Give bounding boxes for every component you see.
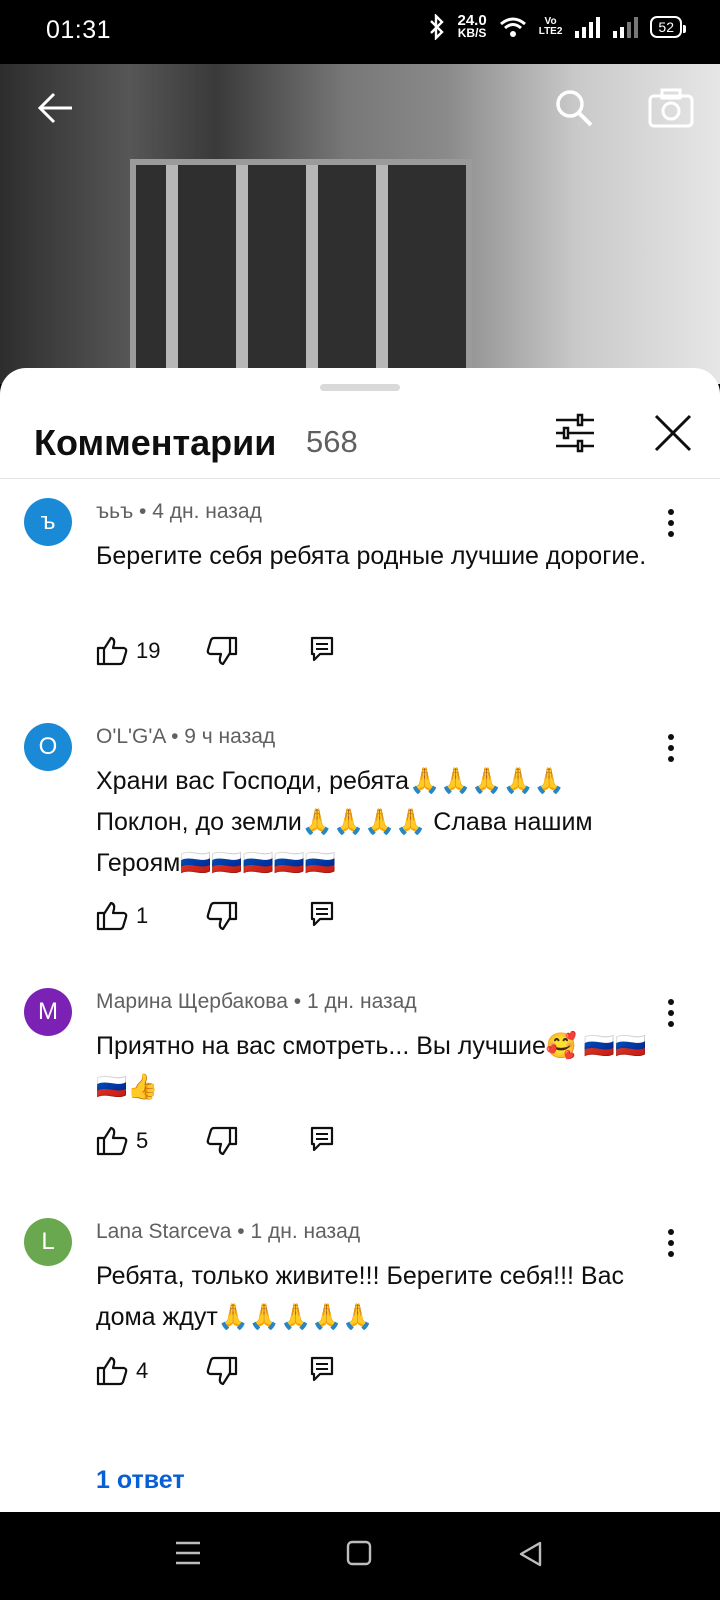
thumb-up-icon (96, 1126, 128, 1156)
like-button[interactable] (96, 1126, 128, 1161)
comment-text: Приятно на вас смотреть... Вы лучшие🥰 🇷🇺… (96, 1032, 647, 1101)
dislike-button[interactable] (206, 1356, 238, 1391)
comment-text: Ребята, только живите!!! Берегите себя!!… (96, 1262, 624, 1331)
system-nav-bar (0, 1512, 720, 1600)
bluetooth-icon (429, 14, 444, 40)
like-button[interactable] (96, 636, 128, 671)
video-player[interactable] (0, 64, 720, 384)
wifi-icon (499, 17, 526, 37)
recents-button[interactable] (174, 1540, 202, 1571)
comment-reply-icon (310, 636, 334, 662)
reply-button[interactable] (310, 1126, 334, 1159)
system-back-button[interactable] (518, 1540, 544, 1573)
replies-link[interactable]: 1 ответ (96, 1466, 185, 1495)
comment-text: Берегите себя ребята родные лучшие дорог… (96, 542, 647, 570)
comment-meta: ъьъ • 4 дн. назад (96, 500, 262, 523)
like-button[interactable] (96, 1356, 128, 1391)
like-count: 19 (136, 638, 161, 663)
video-frame-window (130, 159, 472, 384)
comment-author[interactable]: Марина Щербакова (96, 990, 288, 1013)
camera-button[interactable] (648, 88, 694, 133)
comment-more-button[interactable] (656, 1228, 686, 1258)
search-button[interactable] (554, 88, 594, 133)
reply-button[interactable] (310, 1356, 334, 1389)
thumb-down-icon (206, 1356, 238, 1386)
dislike-button[interactable] (206, 901, 238, 936)
volte-indicator: Vo LTE2 (538, 16, 563, 37)
like-button[interactable] (96, 901, 128, 936)
battery-indicator: 52 (650, 16, 686, 38)
home-square-icon (346, 1540, 372, 1566)
sort-filter-button[interactable] (554, 412, 596, 454)
dislike-button[interactable] (206, 1126, 238, 1161)
thumb-up-icon (96, 901, 128, 931)
signal-icon-2 (613, 17, 639, 38)
comment-time: 9 ч назад (184, 725, 276, 748)
reply-button[interactable] (310, 901, 334, 934)
drag-handle[interactable] (320, 384, 400, 391)
status-time: 01:31 (46, 16, 112, 44)
comment-reply-icon (310, 1126, 334, 1152)
reply-button[interactable] (310, 636, 334, 669)
comment-meta: O'L'G'A • 9 ч назад (96, 725, 276, 748)
sliders-icon (556, 413, 594, 453)
thumb-up-icon (96, 636, 128, 666)
arrow-back-icon (37, 92, 72, 124)
comment-reply-icon (310, 901, 334, 927)
comments-title: Комментарии (34, 422, 277, 463)
close-button[interactable] (650, 410, 696, 456)
status-bar: 01:31 24.0 KB/S Vo LTE2 52 (0, 0, 720, 64)
comment-more-button[interactable] (656, 998, 686, 1028)
avatar[interactable]: O (24, 723, 72, 771)
like-count: 1 (136, 903, 149, 928)
comment-reply-icon (310, 1356, 334, 1382)
comment-author[interactable]: O'L'G'A (96, 725, 165, 748)
menu-icon (176, 1541, 200, 1565)
comment-author[interactable]: ъьъ (96, 500, 133, 523)
thumb-up-icon (96, 1356, 128, 1386)
comment-meta: Lana Starceva • 1 дн. назад (96, 1220, 361, 1243)
home-button[interactable] (346, 1540, 372, 1571)
avatar[interactable]: ъ (24, 498, 72, 546)
comments-count: 568 (306, 424, 358, 459)
more-vert-icon (668, 509, 674, 537)
back-button[interactable] (36, 88, 76, 133)
more-vert-icon (668, 999, 674, 1027)
comment-text: Храни вас Господи, ребята🙏🙏🙏🙏🙏 Поклон, д… (96, 767, 593, 877)
network-speed: 24.0 KB/S (457, 12, 487, 40)
comments-panel: Комментарии 568 ъ ъьъ • 4 дн. назад Бере… (0, 368, 720, 1512)
more-vert-icon (668, 1229, 674, 1257)
close-icon (654, 414, 692, 452)
more-vert-icon (668, 734, 674, 762)
thumb-down-icon (206, 901, 238, 931)
comment-more-button[interactable] (656, 508, 686, 538)
comment-time: 4 дн. назад (152, 500, 262, 523)
thumb-down-icon (206, 1126, 238, 1156)
signal-icon (575, 17, 601, 38)
back-triangle-icon (519, 1541, 542, 1567)
comment-more-button[interactable] (656, 733, 686, 763)
search-icon (556, 90, 593, 127)
dislike-button[interactable] (206, 636, 238, 671)
comments-header: Комментарии 568 (0, 398, 720, 479)
avatar[interactable]: M (24, 988, 72, 1036)
comment-time: 1 дн. назад (250, 1220, 361, 1243)
like-count: 5 (136, 1128, 149, 1153)
comment-time: 1 дн. назад (306, 990, 417, 1013)
avatar[interactable]: L (24, 1218, 72, 1266)
camera-icon (648, 88, 694, 128)
comment-author[interactable]: Lana Starceva (96, 1220, 231, 1243)
thumb-down-icon (206, 636, 238, 666)
status-icons: 24.0 KB/S Vo LTE2 52 (428, 12, 686, 40)
like-count: 4 (136, 1358, 149, 1383)
comment-meta: Марина Щербакова • 1 дн. назад (96, 990, 417, 1013)
